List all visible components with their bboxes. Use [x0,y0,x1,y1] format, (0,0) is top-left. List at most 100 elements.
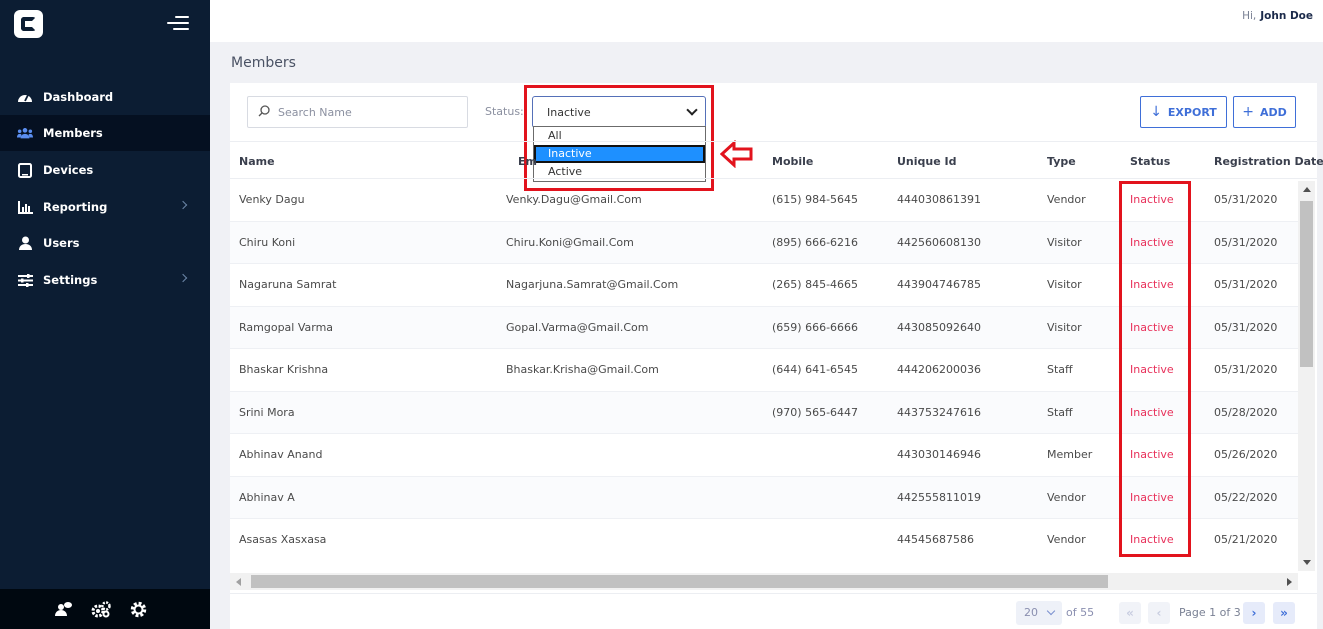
sidebar-item-label: Devices [43,163,94,177]
prev-page-button[interactable]: ‹ [1148,602,1170,624]
cell-mobile: (615) 984-5645 [772,193,859,206]
scroll-down-arrow-icon[interactable] [1303,560,1311,565]
search-input[interactable]: Search Name [247,96,468,128]
column-header-mobile[interactable]: Mobile [772,155,813,168]
sidebar-item-label: Users [43,236,80,250]
cell-email: Gopal.Varma@Gmail.Com [506,320,649,334]
cell-date: 05/31/2020 [1214,235,1278,249]
members-card: Search Name Status: Inactive All Inactiv… [230,83,1323,629]
last-page-button[interactable]: » [1273,602,1295,624]
cell-uid: 443904746785 [897,278,981,291]
page-title: Members [231,55,296,71]
chevron-right-icon [178,200,188,210]
sidebar-item-devices[interactable]: Devices [0,152,210,188]
cell-mobile: (265) 845-4665 [772,278,859,291]
cell-email: Chiru.Koni@Gmail.Com [506,235,634,249]
scroll-right-arrow-icon[interactable] [1287,578,1292,586]
page-indicator: Page 1 of 3 [1179,606,1241,619]
horizontal-scrollbar[interactable] [230,573,1298,590]
cell-type: Visitor [1047,235,1082,249]
cell-type: Staff [1047,405,1073,419]
plus-icon: + [1242,104,1254,120]
status-label: Status: [485,105,524,118]
cell-type: Staff [1047,363,1073,376]
cell-mobile: (659) 666-6666 [772,320,859,334]
column-header-status[interactable]: Status [1130,155,1170,168]
sliders-icon [17,272,33,288]
sidebar-footer [0,589,210,629]
page-size-select[interactable]: 20 [1016,601,1062,625]
sidebar-item-label: Dashboard [43,90,114,104]
sidebar-item-label: Reporting [43,200,108,214]
gear-icon[interactable] [130,601,148,619]
export-label: EXPORT [1167,105,1217,119]
search-placeholder: Search Name [278,105,352,119]
cell-name: Bhaskar Krishna [239,363,329,376]
first-page-button[interactable]: « [1119,602,1141,624]
app-logo[interactable] [14,10,43,38]
chevron-down-icon [1046,606,1056,616]
sidebar-item-reporting[interactable]: Reporting [0,189,210,225]
sidebar-item-members[interactable]: Members [0,115,210,151]
double-chevron-right-icon: » [1280,606,1288,620]
cell-type: Vendor [1047,490,1086,504]
cell-email: Nagarjuna.Samrat@Gmail.Com [506,278,679,291]
next-page-button[interactable]: › [1243,602,1265,624]
cell-date: 05/22/2020 [1214,490,1278,504]
column-header-unique-id[interactable]: Unique Id [897,155,957,168]
add-button[interactable]: + ADD [1233,96,1296,128]
cell-date: 05/31/2020 [1214,363,1278,376]
cell-name: Nagaruna Samrat [239,278,337,291]
top-header: Hi, John Doe [210,0,1323,42]
cell-uid: 444030861391 [897,193,981,206]
user-greeting[interactable]: Hi, John Doe [1242,10,1313,22]
add-label: ADD [1259,105,1287,119]
cell-name: Ramgopal Varma [239,320,334,334]
sidebar-item-label: Members [43,126,103,140]
vertical-scrollbar[interactable] [1298,181,1315,571]
cell-date: 05/28/2020 [1214,405,1278,419]
user-chat-icon[interactable] [55,601,73,619]
scroll-up-arrow-icon[interactable] [1303,187,1311,192]
chevron-left-icon: ‹ [1156,606,1162,620]
cell-mobile: (644) 641-6545 [772,363,859,376]
hamburger-menu-icon[interactable] [167,14,189,32]
cell-name: Chiru Koni [239,235,296,249]
cell-date: 05/21/2020 [1214,533,1278,546]
column-header-type[interactable]: Type [1047,155,1076,168]
cell-email: Bhaskar.Krisha@Gmail.Com [506,363,659,376]
cell-uid: 443030146946 [897,448,981,461]
cell-name: Asasas Xasxasa [239,533,327,546]
sidebar-item-users[interactable]: Users [0,225,210,261]
bar-chart-icon [17,199,33,215]
chevron-right-icon [178,273,188,283]
cell-date: 05/31/2020 [1214,278,1278,291]
column-header-email[interactable]: Em [518,155,537,168]
cell-uid: 44545687586 [897,533,974,546]
table-header: Name Em Mobile Unique Id Type Status Reg… [230,141,1323,179]
horizontal-scrollbar-thumb[interactable] [251,575,1108,588]
cell-type: Visitor [1047,278,1082,291]
cell-name: Abhinav A [239,490,295,504]
download-arrow-icon: ↓ [1150,104,1162,120]
pagination-bar: 20 of 55 « ‹ Page 1 of 3 › » [230,593,1317,629]
cell-uid: 443753247616 [897,405,981,419]
cell-type: Visitor [1047,320,1082,334]
chevron-right-icon: › [1251,606,1257,620]
cell-date: 05/26/2020 [1214,448,1278,461]
export-button[interactable]: ↓ EXPORT [1140,96,1227,128]
cell-uid: 443085092640 [897,320,981,334]
sidebar-item-dashboard[interactable]: Dashboard [0,79,210,115]
total-count: of 55 [1066,606,1095,619]
scroll-left-arrow-icon[interactable] [236,578,241,586]
cell-uid: 444206200036 [897,363,981,376]
column-header-registration-date[interactable]: Registration Date [1214,155,1323,168]
vertical-scrollbar-thumb[interactable] [1300,201,1313,367]
column-header-name[interactable]: Name [239,155,275,168]
cell-email: Venky.Dagu@Gmail.Com [506,193,642,206]
cogs-icon[interactable] [91,601,111,619]
cell-date: 05/31/2020 [1214,320,1278,334]
sidebar-item-settings[interactable]: Settings [0,262,210,298]
cell-type: Vendor [1047,533,1086,546]
sidebar-item-label: Settings [43,273,98,287]
